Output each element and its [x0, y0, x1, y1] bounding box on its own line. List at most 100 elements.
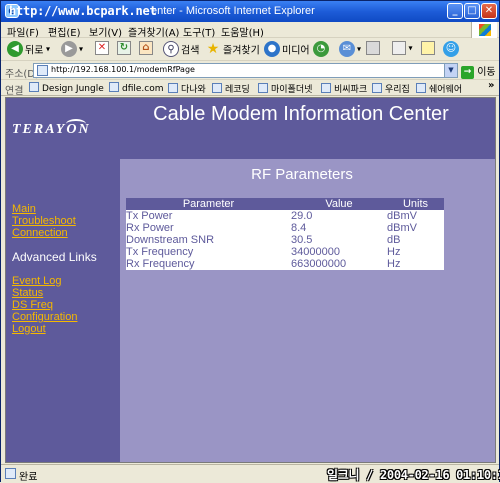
title-bar: e http://www.bcpark.net enter - Microsof… [1, 1, 499, 22]
back-button[interactable]: ◀ 뒤로 ▾ [7, 41, 50, 59]
rf-parameters-table: Parameter Value Units Tx Power 29.0 dBmV… [126, 198, 444, 270]
stop-button[interactable]: ✕ [95, 41, 109, 59]
link-home[interactable]: 우리집 [372, 82, 410, 95]
link-recording[interactable]: 레코딩 [212, 82, 250, 95]
forward-arrow-icon: ▶ [61, 41, 77, 57]
address-bar: 주소(D) http://192.168.100.1/modemRfPage ▼… [1, 62, 499, 80]
link-bcpark[interactable]: 비씨파크 [321, 82, 367, 95]
search-button[interactable]: ⚲ 검색 [163, 41, 199, 59]
menu-edit[interactable]: 편집(E) [48, 24, 81, 39]
link-shareware[interactable]: 쉐어웨어 [416, 82, 462, 95]
link-design-jungle[interactable]: Design Jungle [29, 82, 104, 94]
windows-flag-icon [471, 22, 497, 38]
link-page-icon [416, 83, 426, 93]
edit-button[interactable]: ▾ [392, 41, 413, 59]
sidebar-link-connection[interactable]: Connection [12, 227, 68, 239]
table-row: Rx Frequency 663000000 Hz [126, 258, 444, 270]
advanced-links-heading: Advanced Links [12, 250, 97, 264]
browser-window: e http://www.bcpark.net enter - Microsof… [0, 0, 500, 483]
toolbar: ◀뒤로 ▾ ▶▾ ✕ ↻ ⌂ ⚲검색 ★즐겨찾기 ●미디어 ◔ ✉▾ [1, 39, 499, 61]
link-myfolder[interactable]: 마이폴더넷 [258, 82, 312, 95]
search-icon: ⚲ [163, 41, 179, 57]
parameter-cell: Tx Power [126, 210, 291, 222]
link-page-icon [168, 83, 178, 93]
address-url: http://192.168.100.1/modemRfPage [51, 65, 195, 74]
value-cell: 30.5 [291, 234, 387, 246]
window-title: enter - Microsoft Internet Explorer [151, 5, 315, 17]
refresh-button[interactable]: ↻ [117, 41, 131, 59]
units-cell: dBmV [387, 222, 444, 234]
sidebar: Main Troubleshoot Connection Advanced Li… [6, 159, 120, 462]
close-button[interactable]: ✕ [481, 3, 497, 19]
window-title-watermark: http://www.bcpark.net [9, 4, 157, 18]
messenger-icon: ☺ [443, 41, 459, 57]
media-icon: ● [264, 41, 280, 57]
sidebar-link-configuration[interactable]: Configuration [12, 311, 77, 323]
main-content: RF Parameters Parameter Value Units Tx P… [120, 159, 495, 462]
links-bar: 연결 Design Jungle dfile.com 다나와 레코딩 마이폴더넷… [1, 80, 499, 97]
link-page-icon [212, 83, 222, 93]
home-button[interactable]: ⌂ [139, 41, 153, 59]
table-row: Downstream SNR 30.5 dB [126, 234, 444, 246]
page-title: Cable Modem Information Center [153, 103, 449, 125]
media-button[interactable]: ● 미디어 [264, 41, 310, 59]
go-button[interactable]: → 이동 [461, 63, 496, 79]
units-cell: dB [387, 234, 444, 246]
menu-view[interactable]: 보기(V) [89, 24, 122, 39]
link-page-icon [258, 83, 268, 93]
sidebar-link-event-log[interactable]: Event Log [12, 275, 62, 287]
print-icon [366, 41, 380, 55]
link-page-icon [109, 82, 119, 92]
table-row: Tx Power 29.0 dBmV [126, 210, 444, 222]
menu-file[interactable]: 파일(F) [7, 24, 39, 39]
column-header: Value [291, 198, 387, 210]
discuss-icon [421, 41, 435, 55]
table-row: Rx Power 8.4 dBmV [126, 222, 444, 234]
value-cell: 8.4 [291, 222, 387, 234]
star-icon: ★ [206, 41, 220, 57]
links-more-icon[interactable]: » [488, 80, 494, 91]
units-cell: dBmV [387, 210, 444, 222]
stop-icon: ✕ [95, 41, 109, 55]
link-danawa[interactable]: 다나와 [168, 82, 206, 95]
table-header-row: Parameter Value Units [126, 198, 444, 210]
links-label: 연결 [5, 86, 24, 97]
forward-button[interactable]: ▶ ▾ [61, 41, 83, 59]
parameter-cell: Rx Power [126, 222, 291, 234]
sidebar-link-main[interactable]: Main [12, 203, 36, 215]
address-input[interactable]: http://192.168.100.1/modemRfPage ▼ [33, 63, 458, 78]
sidebar-link-logout[interactable]: Logout [12, 323, 46, 335]
link-page-icon [29, 82, 39, 92]
table-row: Tx Frequency 34000000 Hz [126, 246, 444, 258]
status-text: 완료 [19, 472, 38, 483]
menu-favorites[interactable]: 즐겨찾기(A) [128, 24, 179, 39]
discuss-button[interactable] [421, 41, 435, 59]
menu-help[interactable]: 도움말(H) [221, 24, 264, 39]
value-cell: 29.0 [291, 210, 387, 222]
section-title: RF Parameters [251, 166, 353, 183]
sidebar-link-ds-freq[interactable]: DS Freq [12, 299, 53, 311]
link-dfile[interactable]: dfile.com [109, 82, 164, 94]
page-done-icon [5, 468, 16, 479]
maximize-button[interactable]: □ [464, 3, 480, 19]
page-icon [37, 65, 48, 76]
minimize-button[interactable]: _ [447, 3, 463, 19]
page-viewport: TERAYON Cable Modem Information Center M… [5, 97, 496, 463]
history-button[interactable]: ◔ [313, 41, 331, 59]
column-header: Units [387, 198, 444, 210]
favorites-button[interactable]: ★ 즐겨찾기 [205, 41, 260, 59]
parameter-cell: Tx Frequency [126, 246, 291, 258]
messenger-button[interactable]: ☺ [443, 41, 461, 59]
sidebar-link-status[interactable]: Status [12, 287, 43, 299]
go-arrow-icon: → [461, 65, 474, 79]
mail-button[interactable]: ✉ ▾ [339, 41, 361, 59]
parameter-cell: Downstream SNR [126, 234, 291, 246]
link-page-icon [372, 83, 382, 93]
logo-swoosh [66, 119, 86, 129]
menu-tools[interactable]: 도구(T) [183, 24, 215, 39]
address-dropdown-icon[interactable]: ▼ [444, 64, 457, 77]
sidebar-link-troubleshoot[interactable]: Troubleshoot [12, 215, 76, 227]
parameter-cell: Rx Frequency [126, 258, 291, 270]
print-button[interactable] [366, 41, 380, 59]
units-cell: Hz [387, 246, 444, 258]
